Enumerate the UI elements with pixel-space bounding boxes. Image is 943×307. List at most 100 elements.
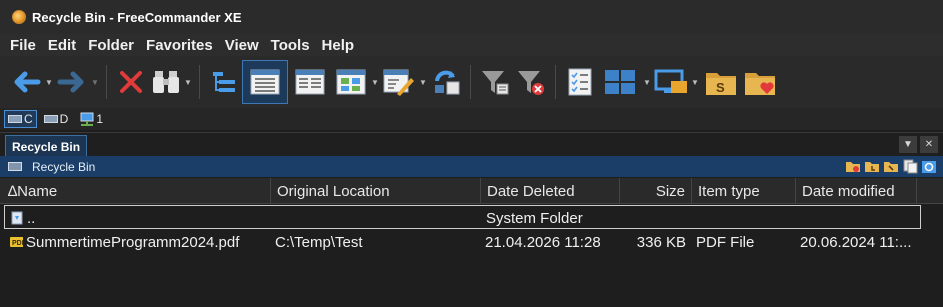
original-location-cell: C:\Temp\Test bbox=[275, 233, 363, 251]
folder-heart-button[interactable] bbox=[742, 60, 778, 104]
file-name: .. bbox=[27, 209, 36, 227]
delete-button[interactable] bbox=[113, 60, 149, 104]
toolbar-separator bbox=[199, 65, 200, 99]
tab-row: Recycle Bin ▼ ✕ bbox=[0, 132, 943, 157]
column-header-item-type[interactable]: Item type bbox=[692, 178, 796, 204]
menu-view[interactable]: View bbox=[219, 37, 265, 54]
checklist-icon bbox=[568, 68, 592, 96]
svg-text:PDF: PDF bbox=[12, 240, 23, 247]
drive-bar: C D 1 bbox=[0, 108, 943, 130]
column-header-date-deleted[interactable]: Date Deleted bbox=[481, 178, 620, 204]
size-cell: 336 KB bbox=[636, 233, 686, 251]
path-actions bbox=[845, 158, 937, 174]
file-name: SummertimeProgramm2024.pdf bbox=[26, 233, 240, 251]
list-icon bbox=[295, 69, 325, 95]
layout-button[interactable] bbox=[598, 60, 642, 104]
original-location-cell bbox=[276, 206, 481, 230]
monitor-button[interactable] bbox=[652, 60, 690, 104]
menu-file[interactable]: File bbox=[4, 37, 42, 54]
filter-icon bbox=[482, 71, 509, 95]
menu-tools[interactable]: Tools bbox=[265, 37, 316, 54]
drive-label: 1 bbox=[96, 112, 104, 126]
date-modified-cell: 20.06.2024 11:... bbox=[800, 233, 912, 251]
sync-button[interactable] bbox=[428, 60, 464, 104]
pdf-file-icon: PDF bbox=[10, 237, 23, 247]
network-drive-icon bbox=[80, 112, 94, 126]
layout-dropdown[interactable]: ▼ bbox=[642, 60, 652, 104]
file-list: .. System Folder PDF SummertimeProgramm2… bbox=[0, 204, 943, 307]
copy-path-icon[interactable] bbox=[902, 158, 918, 174]
item-type-cell: PDF File bbox=[696, 233, 755, 251]
forward-dropdown[interactable]: ▼ bbox=[90, 60, 100, 104]
drive-d-button[interactable]: D bbox=[41, 111, 72, 127]
table-row[interactable]: PDF SummertimeProgramm2024.pdf C:\Temp\T… bbox=[0, 230, 921, 254]
column-headers: ∆Name Original Location Date Deleted Siz… bbox=[0, 178, 943, 204]
tab-recycle-bin[interactable]: Recycle Bin bbox=[5, 135, 88, 157]
binoculars-icon bbox=[153, 71, 179, 93]
column-header-size[interactable]: Size bbox=[620, 178, 692, 204]
quick-view-button[interactable] bbox=[380, 60, 418, 104]
view-dropdown[interactable]: ▼ bbox=[370, 60, 380, 104]
refresh-folder-icon[interactable] bbox=[921, 158, 937, 174]
edit-window-icon bbox=[383, 69, 414, 96]
find-dropdown[interactable]: ▼ bbox=[183, 60, 193, 104]
chevron-down-icon: ▼ bbox=[903, 139, 913, 150]
forward-button[interactable] bbox=[54, 60, 90, 104]
folder-root-icon[interactable] bbox=[883, 158, 899, 174]
menu-bar: File Edit Folder Favorites View Tools He… bbox=[0, 34, 943, 56]
date-deleted-cell: 21.04.2026 11:28 bbox=[485, 233, 601, 251]
menu-help[interactable]: Help bbox=[316, 37, 361, 54]
tree-view-button[interactable] bbox=[206, 60, 242, 104]
drive-icon bbox=[8, 115, 22, 123]
filter-clear-icon bbox=[518, 71, 544, 95]
folder-favorite-icon[interactable] bbox=[845, 158, 861, 174]
back-dropdown[interactable]: ▼ bbox=[44, 60, 54, 104]
toolbar: ▼ ▼ ▼ ▼ ▼ ▼ ▼ S bbox=[0, 56, 943, 108]
file-name-cell: PDF SummertimeProgramm2024.pdf bbox=[9, 230, 271, 254]
recycle-bin-icon bbox=[8, 162, 22, 171]
monitor-icon bbox=[654, 69, 687, 93]
toolbar-separator bbox=[555, 65, 556, 99]
red-x-icon bbox=[120, 71, 142, 93]
column-header-name[interactable]: ∆Name bbox=[0, 178, 271, 204]
toolbar-separator bbox=[470, 65, 471, 99]
details-view-button[interactable] bbox=[242, 60, 288, 104]
network-drive-button[interactable]: 1 bbox=[75, 111, 106, 127]
find-button[interactable] bbox=[149, 60, 183, 104]
menu-edit[interactable]: Edit bbox=[42, 37, 82, 54]
back-button[interactable] bbox=[8, 60, 44, 104]
favorite-folder-button[interactable]: S bbox=[700, 60, 742, 104]
sync-icon bbox=[435, 70, 460, 95]
arrow-left-icon bbox=[14, 71, 41, 93]
folder-history-icon[interactable] bbox=[864, 158, 880, 174]
path-bar[interactable]: Recycle Bin bbox=[0, 156, 943, 177]
item-type-cell bbox=[697, 206, 797, 230]
drive-c-button[interactable]: C bbox=[4, 110, 37, 128]
drive-icon bbox=[43, 115, 58, 123]
drive-label: D bbox=[59, 112, 69, 126]
clear-filter-button[interactable] bbox=[513, 60, 549, 104]
filter-button[interactable] bbox=[477, 60, 513, 104]
menu-folder[interactable]: Folder bbox=[82, 37, 140, 54]
folder-s-icon: S bbox=[706, 73, 736, 95]
checklist-button[interactable] bbox=[562, 60, 598, 104]
quick-view-dropdown[interactable]: ▼ bbox=[418, 60, 428, 104]
menu-favorites[interactable]: Favorites bbox=[140, 37, 219, 54]
date-deleted-cell: System Folder bbox=[486, 209, 583, 227]
tab-menu-button[interactable]: ▼ bbox=[899, 136, 917, 153]
title-bar: Recycle Bin - FreeCommander XE bbox=[0, 0, 943, 34]
tree-icon bbox=[213, 72, 235, 92]
column-header-original-location[interactable]: Original Location bbox=[271, 178, 481, 204]
thumbnails-view-button[interactable] bbox=[332, 60, 370, 104]
drive-label: C bbox=[24, 112, 33, 126]
grid-layout-icon bbox=[605, 70, 635, 94]
size-cell bbox=[621, 206, 687, 230]
tab-close-button[interactable]: ✕ bbox=[920, 136, 938, 153]
list-view-button[interactable] bbox=[288, 60, 332, 104]
monitor-dropdown[interactable]: ▼ bbox=[690, 60, 700, 104]
table-row[interactable]: .. System Folder bbox=[4, 205, 921, 229]
app-logo-icon bbox=[12, 10, 26, 24]
date-modified-cell bbox=[801, 206, 919, 230]
column-header-date-modified[interactable]: Date modified bbox=[796, 178, 917, 204]
folder-heart-icon bbox=[745, 73, 775, 95]
